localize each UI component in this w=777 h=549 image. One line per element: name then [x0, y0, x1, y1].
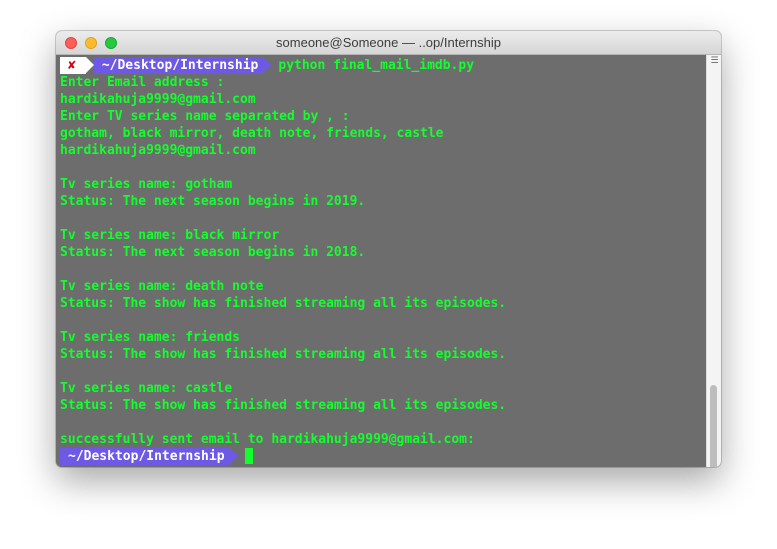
output-line: hardikahuja9999@gmail.com [60, 143, 256, 158]
scrollbar-thumb[interactable] [710, 385, 717, 467]
terminal-content[interactable]: ✘ ~/Desktop/Internship python final_mail_i… [56, 55, 707, 467]
title-bar: someone@Someone — ..op/Internship [56, 31, 721, 55]
prompt-directory: ~/Desktop/Internship [93, 57, 263, 74]
output-line: Status: The show has finished streaming … [60, 398, 507, 413]
text-cursor [244, 448, 253, 464]
output-line: successfully sent email to hardikahuja99… [60, 432, 475, 447]
current-prompt-line: ~/Desktop/Internship [60, 448, 707, 465]
window-title: someone@Someone — ..op/Internship [276, 35, 501, 50]
command-line: ✘ ~/Desktop/Internship python final_mail_i… [60, 57, 707, 74]
output-line: Tv series name: friends [60, 330, 241, 345]
command-text: python final_mail_imdb.py [278, 58, 475, 73]
output-line: hardikahuja9999@gmail.com [60, 92, 256, 107]
output-line: Tv series name: black mirror [60, 228, 280, 243]
vertical-scrollbar[interactable]: ☰ [706, 55, 721, 467]
output-line: Status: The show has finished streaming … [60, 347, 507, 362]
output-line: Status: The next season begins in 2019. [60, 194, 366, 209]
output-line: Tv series name: castle [60, 381, 233, 396]
output-line: Tv series name: death note [60, 279, 264, 294]
output-line: Enter TV series name separated by , : [60, 109, 350, 124]
prompt-separator-icon [85, 57, 94, 73]
error-x-icon: ✘ [60, 57, 86, 74]
prompt-directory: ~/Desktop/Internship [60, 448, 229, 465]
prompt-arrow-icon [228, 448, 239, 464]
output-line: Status: The show has finished streaming … [60, 296, 507, 311]
output-line: gotham, black mirror, death note, friend… [60, 126, 444, 141]
output-line: Tv series name: gotham [60, 177, 233, 192]
terminal-window: someone@Someone — ..op/Internship ✘ ~/Des… [56, 31, 721, 467]
scroll-menu-icon[interactable]: ☰ [710, 57, 719, 66]
prompt-arrow-icon [262, 57, 273, 73]
output-line: Enter Email address : [60, 75, 225, 90]
output-line: Status: The next season begins in 2018. [60, 245, 366, 260]
